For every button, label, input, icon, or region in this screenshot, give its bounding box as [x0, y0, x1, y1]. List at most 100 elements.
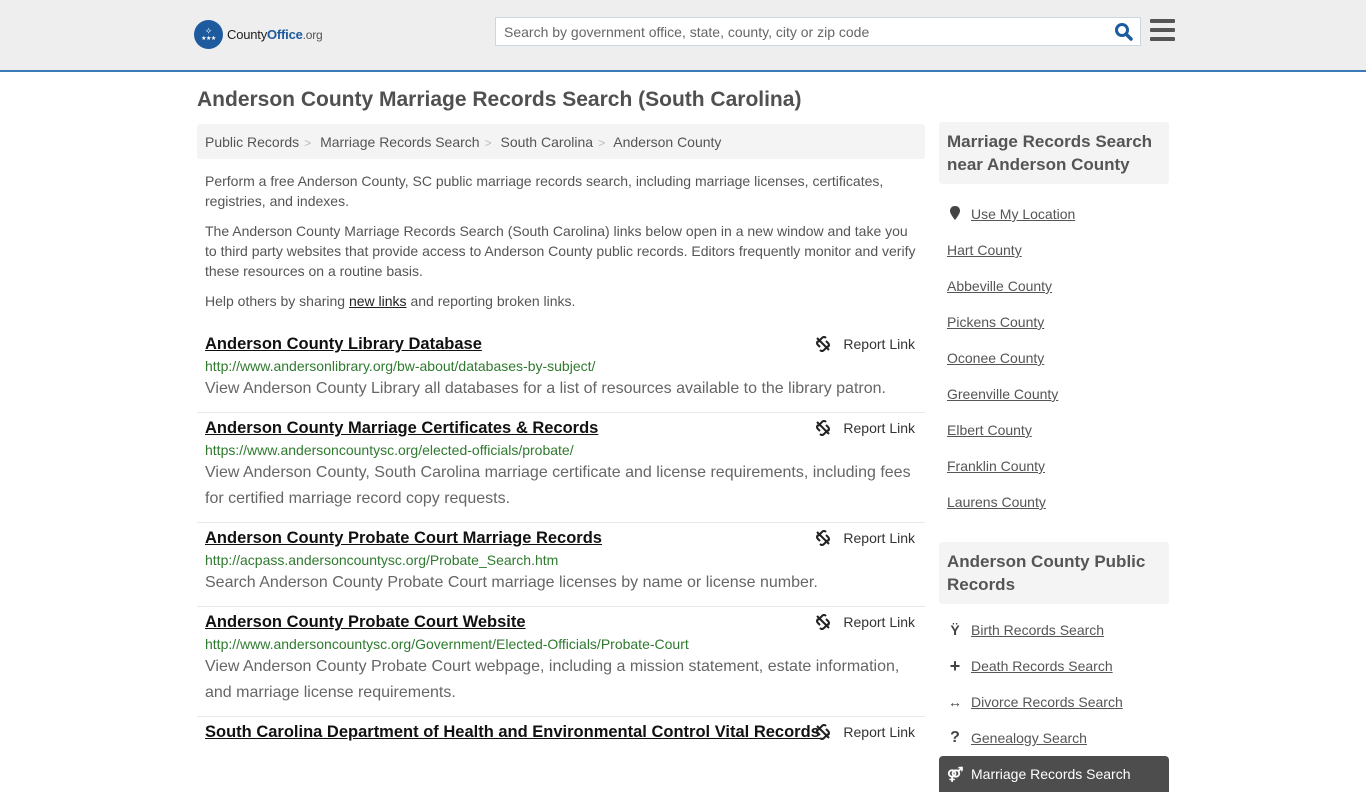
public-record-item-active[interactable]: ⚤ Marriage Records Search — [939, 756, 1169, 792]
report-link-button[interactable]: Report Link — [815, 336, 915, 352]
nearby-list: Use My Location Hart County Abbeville Co… — [939, 184, 1169, 520]
public-record-item: ? Genealogy Search — [947, 720, 1161, 756]
breadcrumb-separator: > — [598, 136, 606, 150]
nearby-heading: Marriage Records Search near Anderson Co… — [939, 122, 1169, 184]
plus-icon: + — [949, 655, 961, 676]
intro-paragraph-3: Help others by sharing new links and rep… — [205, 291, 917, 311]
child-icon: Ÿ — [950, 622, 960, 638]
nearby-county-link[interactable]: Hart County — [947, 242, 1022, 258]
report-link-button[interactable]: Report Link — [815, 614, 915, 630]
map-marker-icon — [947, 205, 963, 223]
search-input[interactable] — [496, 18, 1096, 45]
result-title-link[interactable]: South Carolina Department of Health and … — [205, 721, 820, 743]
result-url: https://www.andersoncountysc.org/elected… — [205, 442, 574, 458]
breadcrumb-separator: > — [484, 136, 492, 150]
breadcrumb-south-carolina[interactable]: South Carolina — [500, 134, 593, 150]
marriage-symbol-icon: ⚤ — [947, 765, 964, 782]
breadcrumb-separator: > — [304, 136, 312, 150]
use-my-location-link[interactable]: Use My Location — [971, 206, 1075, 222]
intro-text: Perform a free Anderson County, SC publi… — [197, 171, 925, 311]
search-icon — [1115, 23, 1133, 41]
nearby-county-item: Hart County — [947, 232, 1161, 268]
eagle-logo-icon: ✧ ★★★ — [194, 20, 223, 49]
breadcrumb-public-records[interactable]: Public Records — [205, 134, 299, 150]
result-item: Anderson County Library Database http://… — [197, 329, 925, 413]
breadcrumb-anderson-county[interactable]: Anderson County — [613, 134, 721, 150]
nearby-county-link[interactable]: Franklin County — [947, 458, 1045, 474]
use-location-item: Use My Location — [947, 196, 1161, 232]
logo-org: .org — [302, 28, 323, 42]
nearby-county-link[interactable]: Oconee County — [947, 350, 1044, 366]
report-link-label: Report Link — [843, 724, 915, 740]
nearby-county-link[interactable]: Elbert County — [947, 422, 1032, 438]
question-icon: ? — [950, 729, 960, 746]
death-records-link[interactable]: Death Records Search — [971, 658, 1113, 674]
result-title-link[interactable]: Anderson County Probate Court Marriage R… — [205, 527, 602, 549]
nearby-county-item: Oconee County — [947, 340, 1161, 376]
result-url: http://www.andersonlibrary.org/bw-about/… — [205, 358, 596, 374]
marriage-records-link[interactable]: Marriage Records Search — [971, 766, 1131, 782]
report-link-label: Report Link — [843, 336, 915, 352]
result-item: Anderson County Marriage Certificates & … — [197, 413, 925, 523]
nearby-county-item: Franklin County — [947, 448, 1161, 484]
intro-paragraph-1: Perform a free Anderson County, SC publi… — [205, 173, 884, 209]
broken-link-icon — [816, 420, 831, 436]
public-record-item: + Death Records Search — [947, 648, 1161, 684]
birth-records-link[interactable]: Birth Records Search — [971, 622, 1104, 638]
public-records-list: Ÿ Birth Records Search + Death Records S… — [939, 604, 1169, 792]
nearby-county-link[interactable]: Greenville County — [947, 386, 1058, 402]
broken-link-icon — [816, 724, 831, 740]
result-description: View Anderson County Probate Court webpa… — [205, 658, 900, 701]
result-description: View Anderson County, South Carolina mar… — [205, 464, 911, 507]
nearby-county-item: Elbert County — [947, 412, 1161, 448]
public-record-item: Ÿ Birth Records Search — [947, 612, 1161, 648]
results-list: Anderson County Library Database http://… — [197, 329, 925, 753]
page-title: Anderson County Marriage Records Search … — [197, 88, 802, 111]
divorce-records-link[interactable]: Divorce Records Search — [971, 694, 1123, 710]
report-link-label: Report Link — [843, 614, 915, 630]
nearby-county-link[interactable]: Laurens County — [947, 494, 1046, 510]
result-item: Anderson County Probate Court Marriage R… — [197, 523, 925, 607]
result-url: http://acpass.andersoncountysc.org/Proba… — [205, 552, 559, 568]
result-title-link[interactable]: Anderson County Marriage Certificates & … — [205, 417, 598, 439]
intro-paragraph-2: The Anderson County Marriage Records Sea… — [205, 223, 916, 279]
search-box — [495, 17, 1141, 46]
broken-link-icon — [816, 336, 831, 352]
nearby-county-item: Abbeville County — [947, 268, 1161, 304]
intro-text-before: Help others by sharing — [205, 293, 349, 309]
genealogy-search-link[interactable]: Genealogy Search — [971, 730, 1087, 746]
result-url: http://www.andersoncountysc.org/Governme… — [205, 636, 689, 652]
report-link-button[interactable]: Report Link — [815, 724, 915, 740]
broken-link-icon — [816, 614, 831, 630]
report-link-label: Report Link — [843, 530, 915, 546]
result-description: Search Anderson County Probate Court mar… — [205, 574, 818, 591]
nearby-county-item: Pickens County — [947, 304, 1161, 340]
logo-text: CountyOffice.org — [227, 27, 323, 42]
public-records-heading: Anderson County Public Records — [939, 542, 1169, 604]
nearby-county-link[interactable]: Pickens County — [947, 314, 1044, 330]
result-description: View Anderson County Library all databas… — [205, 380, 886, 397]
intro-text-after: and reporting broken links. — [406, 293, 576, 309]
public-record-item: ↔ Divorce Records Search — [947, 684, 1161, 720]
site-logo[interactable]: ✧ ★★★ CountyOffice.org — [194, 20, 323, 49]
new-links-link[interactable]: new links — [349, 293, 407, 309]
breadcrumb: Public Records > Marriage Records Search >… — [197, 124, 925, 159]
result-title-link[interactable]: Anderson County Probate Court Website — [205, 611, 526, 633]
result-item: Anderson County Probate Court Website ht… — [197, 607, 925, 717]
nearby-county-link[interactable]: Abbeville County — [947, 278, 1052, 294]
hamburger-menu-icon[interactable] — [1150, 19, 1175, 41]
logo-county: County — [227, 27, 267, 42]
search-button[interactable] — [1114, 22, 1134, 42]
result-title-link[interactable]: Anderson County Library Database — [205, 333, 482, 355]
report-link-button[interactable]: Report Link — [815, 420, 915, 436]
main-content: Public Records > Marriage Records Search >… — [197, 124, 925, 753]
report-link-button[interactable]: Report Link — [815, 530, 915, 546]
arrows-horizontal-icon: ↔ — [948, 694, 962, 710]
broken-link-icon — [816, 530, 831, 546]
report-link-label: Report Link — [843, 420, 915, 436]
result-item: South Carolina Department of Health and … — [197, 717, 925, 753]
logo-office: Office — [267, 27, 303, 42]
breadcrumb-marriage-records[interactable]: Marriage Records Search — [320, 134, 480, 150]
site-header: ✧ ★★★ CountyOffice.org — [0, 0, 1366, 72]
nearby-county-item: Laurens County — [947, 484, 1161, 520]
